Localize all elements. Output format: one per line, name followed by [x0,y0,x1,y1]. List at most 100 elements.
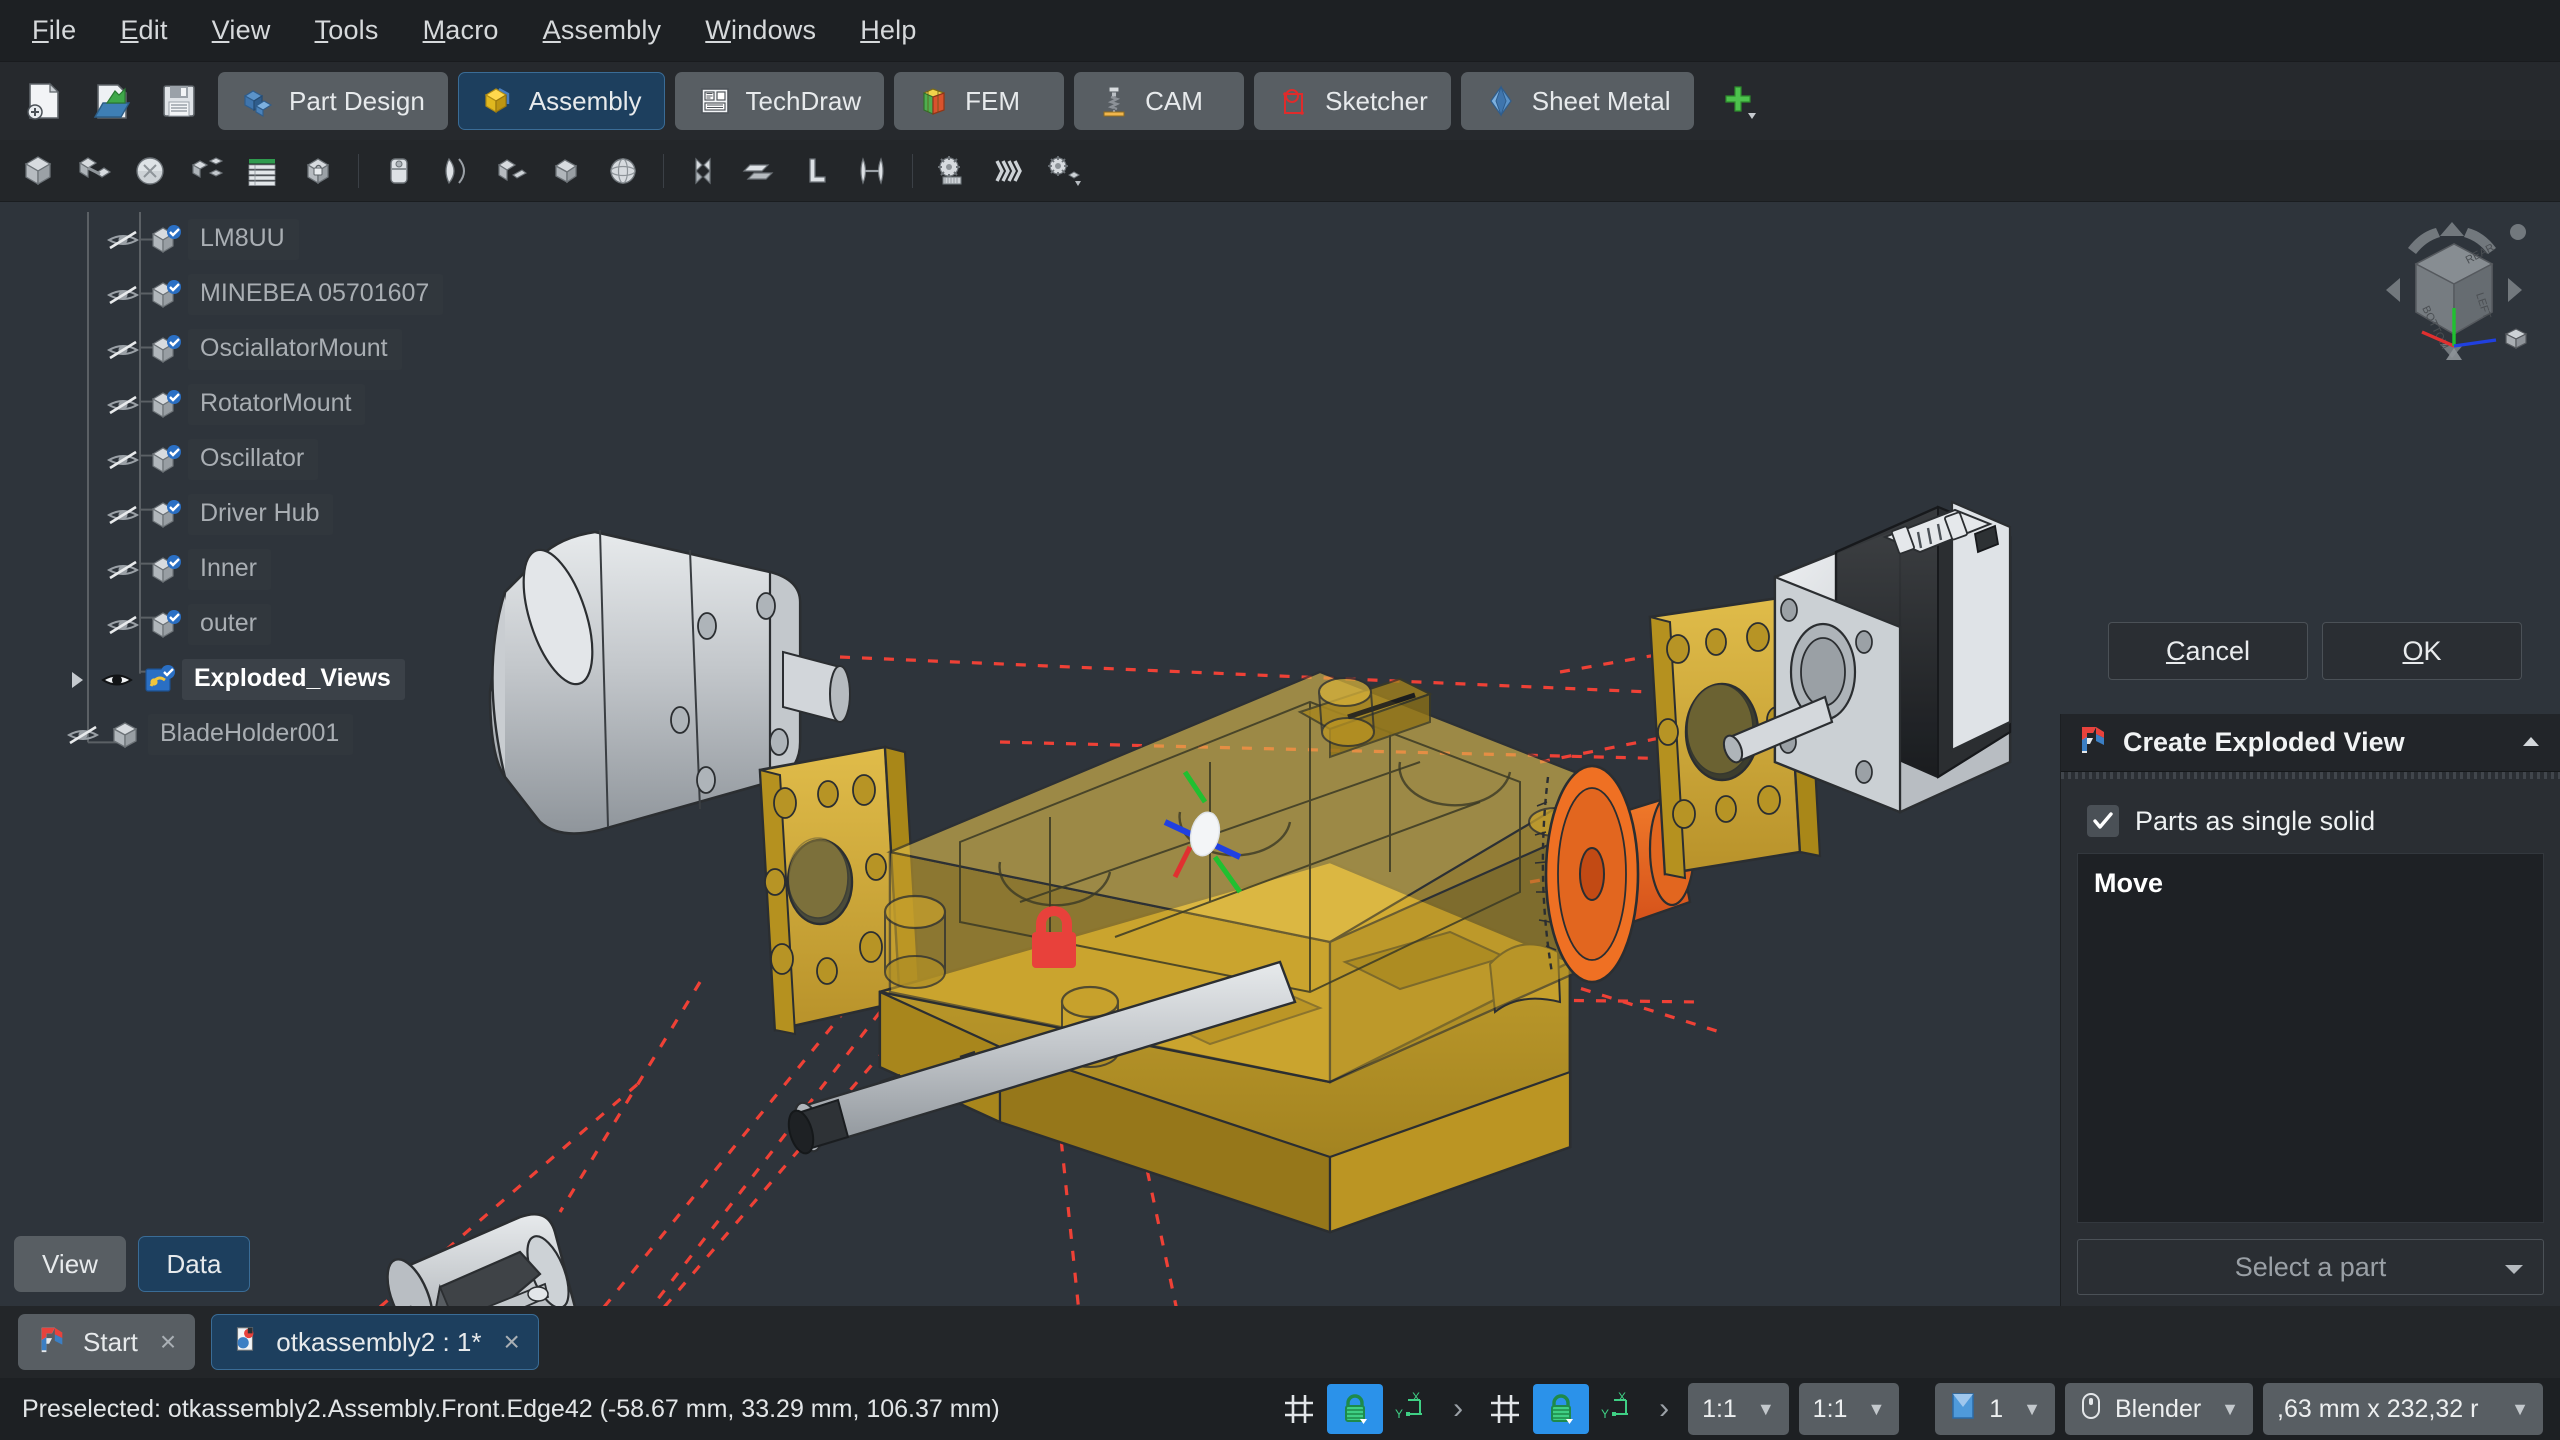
joint-slider-icon[interactable] [539,148,595,194]
toolbar-separator [912,154,913,188]
workplane-dropdown[interactable]: 1 ▼ [1935,1383,2055,1435]
freecad-logo-icon [37,1324,67,1361]
visibility-hidden-icon[interactable] [100,393,146,417]
joint-parallel-icon[interactable] [732,148,788,194]
dialog-drag-grip[interactable] [2061,772,2560,779]
visibility-hidden-icon[interactable] [100,228,146,252]
gear-joint-icon[interactable] [925,148,981,194]
tree-item-label: RotatorMount [188,384,365,425]
visibility-hidden-icon[interactable] [100,448,146,472]
tree-item-inner[interactable]: Inner [0,542,470,597]
tree-item-minebea[interactable]: MINEBEA 05701607 [0,267,470,322]
collapse-up-icon[interactable] [2518,727,2544,758]
grid-icon[interactable] [1271,1384,1327,1434]
dimension-dropdown[interactable]: ,63 mm x 232,32 r ▼ [2263,1383,2543,1435]
tree-item-bladeholder001[interactable]: BladeHolder001 [0,707,470,762]
joint-distance-icon[interactable] [676,148,732,194]
close-icon[interactable]: × [160,1326,176,1358]
workbench-tab-techdraw[interactable]: TechDraw [675,72,885,130]
workbench-tab-sheet-metal[interactable]: Sheet Metal [1461,72,1694,130]
axis-xy-icon-2[interactable]: X Y [1589,1384,1645,1434]
status-bar: Preselected: otkassembly2.Assembly.Front… [0,1378,2560,1440]
joint-angle-icon[interactable] [844,148,900,194]
document-tab-start[interactable]: Start × [18,1314,195,1370]
menu-file[interactable]: File [10,9,98,52]
status-message: Preselected: otkassembly2.Assembly.Front… [12,1395,1000,1424]
menu-tools[interactable]: Tools [293,9,401,52]
move-list-item[interactable]: Move [2094,868,2527,899]
add-workbench-icon[interactable] [1718,79,1758,123]
tree-item-exploded-views[interactable]: Exploded_Views [0,652,470,707]
toolbar-separator [358,154,359,188]
workbench-tab-part-design[interactable]: Part Design [218,72,448,130]
tree-item-osciallatormount[interactable]: OsciallatorMount [0,322,470,377]
open-document-icon[interactable] [88,78,134,124]
visibility-hidden-icon[interactable] [100,613,146,637]
part-cube-icon [146,609,188,641]
close-icon[interactable]: × [504,1326,520,1358]
tree-item-lm8uu[interactable]: LM8UU [0,212,470,267]
workbench-tab-sketcher[interactable]: Sketcher [1254,72,1451,130]
visibility-hidden-icon[interactable] [100,283,146,307]
tab-data[interactable]: Data [138,1236,250,1292]
grid-icon-2[interactable] [1477,1384,1533,1434]
menu-view[interactable]: View [190,9,293,52]
visibility-hidden-icon[interactable] [100,338,146,362]
belt-joint-icon[interactable] [981,148,1037,194]
tab-view[interactable]: View [14,1236,126,1292]
lock-icon-2[interactable] [1533,1384,1589,1434]
bill-of-materials-icon[interactable] [234,148,290,194]
create-joint-group-icon[interactable] [122,148,178,194]
menu-edit[interactable]: Edit [98,9,189,52]
solve-assembly-icon[interactable] [290,148,346,194]
scale-dropdown-b[interactable]: 1:1 ▼ [1799,1383,1900,1435]
workbench-tab-assembly[interactable]: Assembly [458,72,665,130]
chevron-down-icon: ▼ [2023,1399,2041,1420]
ok-button[interactable]: OK [2322,622,2522,680]
create-assembly-icon[interactable] [10,148,66,194]
create-bom-icon[interactable] [178,148,234,194]
insert-link-icon[interactable] [66,148,122,194]
workbench-tab-fem[interactable]: FEM [894,72,1064,130]
svg-text:X: X [1618,1390,1626,1404]
parts-as-single-solid-row[interactable]: Parts as single solid [2087,805,2544,837]
joint-perpendicular-icon[interactable] [788,148,844,194]
exploded-views-folder-icon [140,664,182,696]
techdraw-icon [698,84,732,118]
workbench-tab-cam[interactable]: CAM [1074,72,1244,130]
tree-item-outer[interactable]: outer [0,597,470,652]
visibility-hidden-icon[interactable] [60,723,106,747]
lock-icon[interactable] [1327,1384,1383,1434]
joint-revolute-icon[interactable] [427,148,483,194]
joint-fixed-icon[interactable] [371,148,427,194]
nav-rotate-ccw [2408,228,2440,254]
visibility-hidden-icon[interactable] [100,503,146,527]
joint-ball-icon[interactable] [595,148,651,194]
menu-help[interactable]: Help [838,9,938,52]
scale-dropdown-a[interactable]: 1:1 ▼ [1688,1383,1789,1435]
cancel-button[interactable]: Cancel [2108,622,2308,680]
visibility-visible-icon[interactable] [94,668,140,692]
menu-assembly[interactable]: Assembly [521,9,684,52]
mouse-icon [2079,1391,2103,1428]
3d-viewport[interactable]: REAR BOTTOM LEFT [0,202,2560,1306]
axis-xy-icon[interactable]: X Y [1383,1384,1439,1434]
parts-as-single-solid-checkbox[interactable] [2087,805,2119,837]
tree-item-rotatormount[interactable]: RotatorMount [0,377,470,432]
save-document-icon[interactable] [156,78,202,124]
tree-item-driver-hub[interactable]: Driver Hub [0,487,470,542]
part-cube-icon [146,499,188,531]
exploded-view-icon[interactable] [1037,148,1093,194]
new-document-icon[interactable] [20,78,66,124]
menu-macro[interactable]: Macro [401,9,521,52]
navigation-cube[interactable]: REAR BOTTOM LEFT [2372,208,2542,388]
document-tab-otkassembly2[interactable]: otkassembly2 : 1* × [211,1314,539,1370]
tree-item-oscillator[interactable]: Oscillator [0,432,470,487]
expand-arrow-icon[interactable] [60,667,94,693]
move-list[interactable]: Move [2077,853,2544,1223]
joint-cylindrical-icon[interactable] [483,148,539,194]
navigation-style-dropdown[interactable]: Blender ▼ [2065,1383,2253,1435]
visibility-hidden-icon[interactable] [100,558,146,582]
select-a-part-dropdown[interactable]: Select a part [2077,1239,2544,1295]
menu-windows[interactable]: Windows [683,9,838,52]
